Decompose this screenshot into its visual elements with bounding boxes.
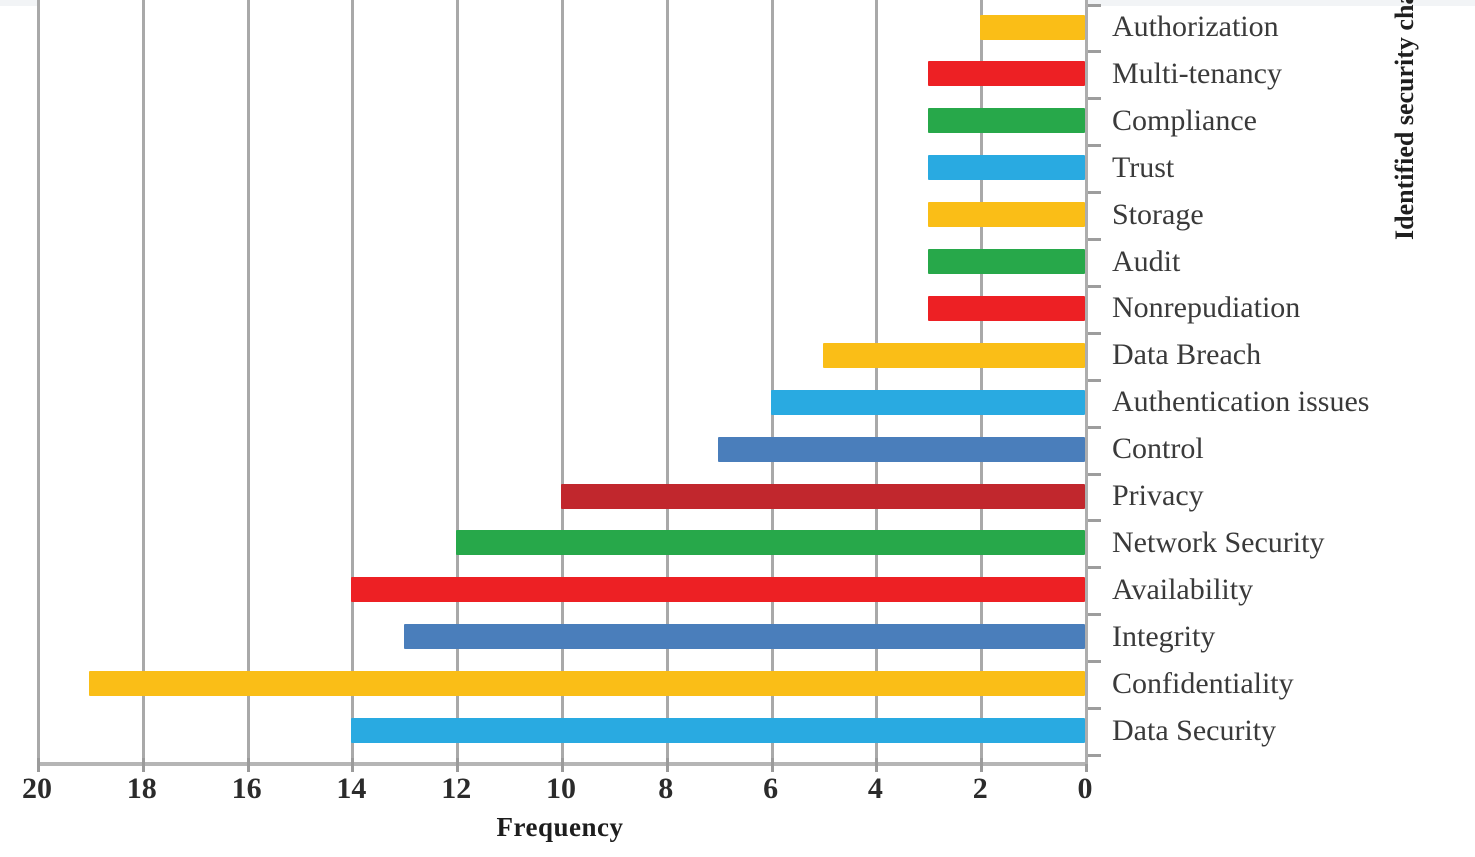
bar-authorization xyxy=(980,14,1085,40)
x-tick-14 xyxy=(351,758,355,772)
gridline-14 xyxy=(351,0,355,762)
x-tick-20 xyxy=(37,758,40,772)
x-tick-18 xyxy=(141,758,145,772)
x-tick-10 xyxy=(561,758,564,772)
category-tick-9 xyxy=(1088,425,1101,429)
bar-availability xyxy=(351,577,1085,603)
category-label-integrity: Integrity xyxy=(1112,619,1216,653)
gridline-20 xyxy=(37,0,40,762)
gridline-16 xyxy=(246,0,250,762)
x-axis-title: Frequency xyxy=(496,812,624,842)
bar-multi-tenancy xyxy=(927,61,1085,87)
x-tick-6 xyxy=(770,758,774,772)
category-tick-6 xyxy=(1088,284,1101,288)
category-label-trust: Trust xyxy=(1112,150,1175,184)
y-axis-title: Identified security challenges xyxy=(1390,0,1419,240)
bar-control xyxy=(718,436,1085,462)
bar-trust xyxy=(927,155,1085,181)
x-tick-label-12: 12 xyxy=(441,772,472,805)
x-tick-4 xyxy=(875,758,879,772)
bar-nonrepudiation xyxy=(927,295,1085,321)
bar-confidentiality xyxy=(89,671,1085,697)
category-tick-5 xyxy=(1088,238,1101,242)
x-tick-label-16: 16 xyxy=(231,772,262,805)
bar-storage xyxy=(927,202,1085,228)
bar-integrity xyxy=(403,624,1085,650)
category-label-authentication-issues: Authentication issues xyxy=(1112,385,1370,419)
category-label-availability: Availability xyxy=(1112,572,1254,606)
category-label-storage: Storage xyxy=(1112,197,1204,231)
category-label-control: Control xyxy=(1112,432,1204,466)
bar-audit xyxy=(927,249,1085,274)
x-tick-label-2: 2 xyxy=(972,772,988,805)
plot-area xyxy=(37,0,1088,762)
x-tick-label-14: 14 xyxy=(336,772,367,805)
category-label-network-security: Network Security xyxy=(1112,525,1325,559)
category-tick-2 xyxy=(1088,97,1101,101)
bar-privacy xyxy=(561,483,1085,509)
category-tick-16 xyxy=(1088,753,1101,757)
category-label-authorization: Authorization xyxy=(1112,10,1279,43)
bar-chart-figure: 20 18 16 14 12 10 8 6 4 2 0 Frequency Authorizatio… xyxy=(0,0,1475,857)
category-label-compliance: Compliance xyxy=(1112,103,1257,137)
bar-data-security xyxy=(351,718,1085,743)
category-tick-7 xyxy=(1088,331,1101,335)
category-tick-15 xyxy=(1088,707,1101,711)
x-tick-label-10: 10 xyxy=(546,772,576,805)
bar-compliance xyxy=(927,108,1085,134)
category-tick-13 xyxy=(1088,613,1101,617)
category-tick-11 xyxy=(1088,519,1101,523)
category-tick-14 xyxy=(1088,660,1101,664)
category-tick-4 xyxy=(1088,191,1101,195)
gridline-18 xyxy=(141,0,145,762)
category-label-audit: Audit xyxy=(1112,244,1181,278)
x-tick-8 xyxy=(665,758,669,772)
category-label-multi-tenancy: Multi-tenancy xyxy=(1112,56,1282,90)
x-tick-label-0: 0 xyxy=(1077,772,1093,805)
x-tick-2 xyxy=(980,758,984,772)
bar-authentication-issues xyxy=(770,389,1085,415)
x-tick-label-8: 8 xyxy=(658,772,674,805)
category-tick-0 xyxy=(1088,3,1101,7)
category-label-data-security: Data Security xyxy=(1112,713,1277,747)
x-tick-label-6: 6 xyxy=(763,772,779,805)
x-tick-label-4: 4 xyxy=(867,772,883,805)
bar-network-security xyxy=(456,530,1085,556)
category-tick-3 xyxy=(1088,144,1101,148)
category-axis-line xyxy=(1085,0,1088,764)
category-tick-1 xyxy=(1088,50,1101,54)
category-tick-12 xyxy=(1088,566,1101,570)
x-tick-label-18: 18 xyxy=(126,772,157,805)
category-tick-10 xyxy=(1088,472,1101,476)
x-tick-16 xyxy=(246,758,250,772)
bar-data-breach xyxy=(823,342,1085,368)
x-tick-label-20: 20 xyxy=(22,772,52,805)
x-tick-12 xyxy=(456,758,460,772)
category-label-nonrepudiation: Nonrepudiation xyxy=(1112,291,1301,325)
category-label-confidentiality: Confidentiality xyxy=(1112,666,1294,700)
category-label-privacy: Privacy xyxy=(1112,479,1204,512)
category-label-data-breach: Data Breach xyxy=(1112,338,1262,372)
category-tick-8 xyxy=(1088,378,1101,382)
